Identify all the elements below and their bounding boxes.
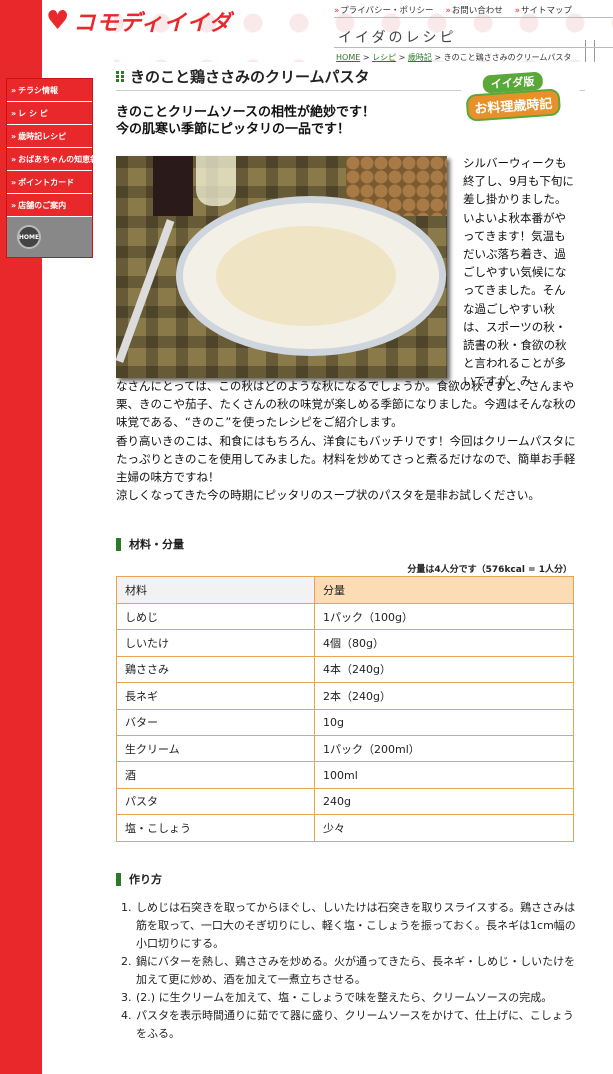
ingredient-name: 塩・こしょう bbox=[116, 814, 315, 842]
breadcrumb-recipes[interactable]: レシピ bbox=[372, 53, 396, 62]
seasonal-badge: イイダ版 お料理歳時記 bbox=[460, 66, 582, 134]
ingredient-name: しめじ bbox=[116, 602, 315, 631]
table-row: 鶏ささみ 4本（240g） bbox=[116, 655, 574, 684]
step-text: (2.) に生クリームを加えて、塩・こしょうで味を整えたら、クリームソースの完成… bbox=[136, 991, 553, 1004]
ingredient-amount: 4個（80g） bbox=[314, 629, 574, 657]
site-logo[interactable]: ♥ コモディイイダ bbox=[46, 4, 232, 38]
ingredient-amount: 1パック（200ml） bbox=[314, 734, 574, 763]
ingredient-amount: 100ml bbox=[314, 761, 574, 789]
body-paragraph: 香り高いきのこは、和食にはもちろん、洋食にもバッチリです！今回はクリームパスタに… bbox=[116, 433, 576, 485]
divider bbox=[334, 17, 613, 18]
photo-bottle bbox=[153, 156, 193, 216]
ingredient-amount: 4本（240g） bbox=[314, 655, 574, 684]
nav-item-grandma-tips[interactable]: おばあちゃんの知恵袋 bbox=[7, 148, 98, 171]
side-nav: チラシ情報 レ シ ピ 歳時記レシピ おばあちゃんの知恵袋 ポイントカード 店舗… bbox=[6, 78, 98, 258]
step-number: 4. bbox=[121, 1009, 132, 1022]
col-header-name: 材料 bbox=[116, 576, 315, 604]
title-dots-icon bbox=[116, 71, 125, 82]
nav-item-recipe[interactable]: レ シ ピ bbox=[7, 102, 92, 125]
nav-item-flyer[interactable]: チラシ情報 bbox=[7, 79, 92, 102]
privacy-policy-link[interactable]: プライバシー・ポリシー bbox=[334, 4, 433, 16]
divider bbox=[334, 47, 613, 48]
ingredient-name: 鶏ささみ bbox=[116, 655, 315, 684]
nav-item-seasonal-recipe[interactable]: 歳時記レシピ bbox=[7, 125, 92, 148]
table-row: しいたけ 4個（80g） bbox=[116, 629, 574, 657]
step-number: 3. bbox=[121, 991, 132, 1004]
ingredient-amount: 240g bbox=[314, 787, 574, 816]
intro-body-text: なさんにとっては、この秋はどのような秋になるでしょうか。食欲の秋ですと、さんまや… bbox=[116, 377, 578, 504]
section-title: イイダのレシピ bbox=[338, 30, 457, 46]
method-step: 2. 鍋にバターを熱し、鶏ささみを炒める。火が通ってきたら、長ネギ・しめじ・しいた… bbox=[116, 953, 578, 989]
body-paragraph: なさんにとっては、この秋はどのような秋になるでしょうか。食欲の秋ですと、さんまや… bbox=[116, 379, 576, 430]
method-heading: 作り方 bbox=[116, 871, 162, 887]
ingredient-amount: 1パック（100g） bbox=[314, 602, 574, 631]
photo-glass bbox=[196, 156, 236, 206]
ingredient-name: しいたけ bbox=[116, 629, 315, 657]
nav-item-point-card[interactable]: ポイントカード bbox=[7, 171, 92, 194]
method-steps: 1. しめじは石突きを取ってからほぐし、しいたけは石突きを取りスライスする。鶏ささ… bbox=[116, 899, 578, 1043]
table-header-row: 材料 分量 bbox=[116, 576, 574, 604]
body-paragraph: 涼しくなってきた今の時期にピッタリのスープ状のパスタを是非お試しください。 bbox=[116, 488, 540, 503]
top-links: プライバシー・ポリシー お問い合わせ サイトマップ bbox=[334, 4, 572, 16]
lead-text: きのことクリームソースの相性が絶妙です！ 今の肌寒い季節にピッタリの一品です！ bbox=[116, 104, 375, 138]
ingredient-name: バター bbox=[116, 708, 315, 736]
breadcrumb-current: きのこと鶏ささみのクリームパスタ bbox=[443, 53, 572, 62]
intro-side-text: シルバーウィークも終了し、9月も下旬に差し掛かりました。いよいよ秋本番がやってき… bbox=[463, 156, 574, 389]
step-text: 鍋にバターを熱し、鶏ささみを炒める。火が通ってきたら、長ネギ・しめじ・しいたけを… bbox=[136, 955, 576, 986]
step-text: パスタを表示時間通りに茹でて器に盛り、クリームソースをかけて、仕上げに、こしょう… bbox=[136, 1009, 574, 1040]
heading-bar bbox=[116, 537, 121, 551]
ingredient-amount: 2本（240g） bbox=[314, 682, 574, 710]
table-row: 長ネギ 2本（240g） bbox=[116, 682, 574, 710]
table-row: 酒 100ml bbox=[116, 761, 574, 789]
table-row: パスタ 240g bbox=[116, 787, 574, 816]
recipe-photo bbox=[116, 156, 447, 378]
ingredients-table: 材料 分量 しめじ 1パック（100g） しいたけ 4個（80g） 鶏ささみ 4本（240… bbox=[116, 576, 574, 842]
photo-pasta bbox=[216, 226, 396, 326]
method-step: 3. (2.) に生クリームを加えて、塩・こしょうで味を整えたら、クリームソースの… bbox=[116, 989, 578, 1007]
nav-home[interactable]: HOME bbox=[7, 217, 92, 257]
table-row: 塩・こしょう 少々 bbox=[116, 814, 574, 842]
logo-heart-icon: ♥ bbox=[46, 6, 70, 36]
breadcrumb-home[interactable]: HOME bbox=[336, 53, 360, 62]
home-icon: HOME bbox=[17, 225, 41, 249]
step-number: 2. bbox=[121, 955, 132, 968]
ingredient-name: 酒 bbox=[116, 761, 315, 789]
contact-link[interactable]: お問い合わせ bbox=[446, 4, 503, 16]
method-step: 1. しめじは石突きを取ってからほぐし、しいたけは石突きを取りスライスする。鶏ささ… bbox=[116, 899, 578, 953]
ingredient-name: 生クリーム bbox=[116, 734, 315, 763]
method-step: 4. パスタを表示時間通りに茹でて器に盛り、クリームソースをかけて、仕上げに、こし… bbox=[116, 1007, 578, 1043]
ingredient-amount: 少々 bbox=[314, 814, 574, 842]
ingredients-heading: 材料・分量 bbox=[116, 536, 184, 552]
ingredients-heading-label: 材料・分量 bbox=[129, 538, 184, 551]
heading-bar bbox=[116, 872, 121, 886]
breadcrumb-seasonal[interactable]: 歳時記 bbox=[408, 53, 432, 62]
step-text: しめじは石突きを取ってからほぐし、しいたけは石突きを取りスライスする。鶏ささみは… bbox=[136, 901, 576, 950]
servings-note: 分量は4人分です（576kcal = 1人分） bbox=[407, 565, 572, 575]
method-heading-label: 作り方 bbox=[129, 873, 162, 886]
photo-fork bbox=[116, 219, 175, 363]
logo-text: コモディイイダ bbox=[73, 11, 232, 36]
sitemap-link[interactable]: サイトマップ bbox=[515, 4, 572, 16]
ingredient-name: 長ネギ bbox=[116, 682, 315, 710]
badge-line2: お料理歳時記 bbox=[465, 88, 562, 122]
page-title: きのこと鶏ささみのクリームパスタ bbox=[130, 68, 370, 86]
ingredient-name: パスタ bbox=[116, 787, 315, 816]
table-row: 生クリーム 1パック（200ml） bbox=[116, 734, 574, 763]
col-header-amount: 分量 bbox=[314, 576, 574, 604]
lead-line: きのことクリームソースの相性が絶妙です！ bbox=[116, 105, 375, 120]
step-number: 1. bbox=[121, 901, 132, 914]
table-row: バター 10g bbox=[116, 708, 574, 736]
breadcrumb: HOME > レシピ > 歳時記 > きのこと鶏ささみのクリームパスタ bbox=[336, 53, 572, 62]
nav-item-store-guide[interactable]: 店舗のご案内 bbox=[7, 194, 92, 217]
table-row: しめじ 1パック（100g） bbox=[116, 602, 574, 631]
ingredient-amount: 10g bbox=[314, 708, 574, 736]
lead-line: 今の肌寒い季節にピッタリの一品です！ bbox=[116, 122, 351, 137]
